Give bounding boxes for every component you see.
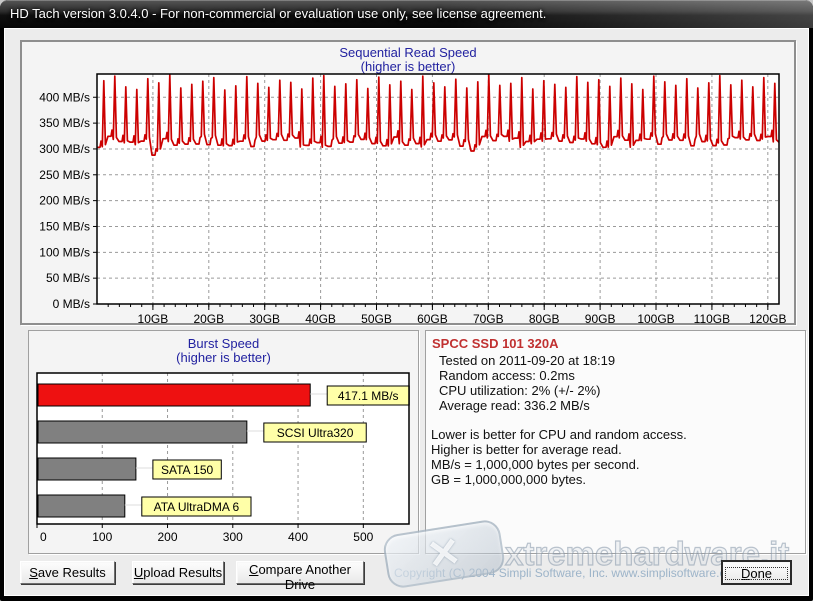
client-area: Sequential Read Speed (higher is better)… — [4, 28, 809, 596]
app-window: HD Tach version 3.0.4.0 - For non-commer… — [0, 0, 813, 601]
svg-text:110GB: 110GB — [694, 312, 730, 323]
note-line: Lower is better for CPU and random acces… — [431, 427, 805, 442]
svg-text:90GB: 90GB — [585, 312, 616, 323]
svg-text:50GB: 50GB — [361, 312, 392, 323]
note-line: MB/s = 1,000,000 bytes per second. — [431, 457, 805, 472]
svg-text:100GB: 100GB — [637, 312, 674, 323]
svg-text:100: 100 — [92, 530, 112, 544]
copyright-text: Copyright (C) 2004 Simpli Software, Inc.… — [394, 566, 724, 580]
upload-results-label: Upload Results — [133, 565, 223, 580]
done-label: Done — [723, 565, 790, 582]
svg-text:100 MB/s: 100 MB/s — [39, 245, 90, 259]
svg-text:350 MB/s: 350 MB/s — [39, 116, 90, 130]
sequential-read-panel: Sequential Read Speed (higher is better)… — [20, 40, 796, 325]
note-line: GB = 1,000,000,000 bytes. — [431, 472, 805, 487]
svg-text:80GB: 80GB — [529, 312, 560, 323]
svg-text:ATA UltraDMA 6: ATA UltraDMA 6 — [154, 500, 240, 514]
svg-text:40GB: 40GB — [305, 312, 336, 323]
title-bar[interactable]: HD Tach version 3.0.4.0 - For non-commer… — [0, 0, 813, 28]
drive-stat-line: CPU utilization: 2% (+/- 2%) — [439, 383, 805, 398]
chart-notes: Lower is better for CPU and random acces… — [426, 427, 805, 487]
svg-text:70GB: 70GB — [473, 312, 504, 323]
svg-text:SATA 150: SATA 150 — [161, 463, 214, 477]
drive-stat-line: Tested on 2011-09-20 at 18:19 — [439, 353, 805, 368]
drive-stats: Tested on 2011-09-20 at 18:19Random acce… — [426, 353, 805, 413]
sequential-read-chart: 400 MB/s 350 MB/s 300 MB/s 250 MB/s 200 MB/s… — [22, 42, 794, 323]
drive-stat-line: Average read: 336.2 MB/s — [439, 398, 805, 413]
svg-text:500: 500 — [353, 530, 373, 544]
done-button[interactable]: Done — [722, 561, 791, 584]
burst-speed-panel: Burst Speed (higher is better) 417.1 MB/… — [28, 330, 419, 554]
svg-text:SCSI Ultra320: SCSI Ultra320 — [277, 426, 354, 440]
compare-another-drive-button[interactable]: Compare Another Drive — [236, 561, 364, 584]
save-results-label: Save Results — [21, 565, 114, 580]
svg-text:300 MB/s: 300 MB/s — [39, 142, 90, 156]
drive-stat-line: Random access: 0.2ms — [439, 368, 805, 383]
svg-text:120GB: 120GB — [749, 312, 786, 323]
drive-name: SPCC SSD 101 320A — [432, 336, 805, 351]
svg-text:417.1 MB/s: 417.1 MB/s — [338, 389, 399, 403]
svg-text:250 MB/s: 250 MB/s — [39, 168, 90, 182]
svg-text:0: 0 — [40, 530, 47, 544]
svg-text:400: 400 — [288, 530, 308, 544]
save-results-button[interactable]: Save Results — [20, 561, 115, 584]
svg-text:200: 200 — [158, 530, 178, 544]
svg-text:60GB: 60GB — [417, 312, 448, 323]
svg-text:150 MB/s: 150 MB/s — [39, 219, 90, 233]
compare-another-drive-label: Compare Another Drive — [237, 562, 363, 592]
note-line: Higher is better for average read. — [431, 442, 805, 457]
svg-text:20GB: 20GB — [193, 312, 224, 323]
svg-text:0 MB/s: 0 MB/s — [53, 297, 90, 311]
drive-info-panel: SPCC SSD 101 320A Tested on 2011-09-20 a… — [425, 330, 806, 554]
upload-results-button[interactable]: Upload Results — [132, 561, 224, 584]
svg-text:50 MB/s: 50 MB/s — [46, 271, 90, 285]
burst-speed-chart: 417.1 MB/s SCSI Ultra320 SATA 150 ATA Ultra… — [29, 331, 418, 553]
svg-text:200 MB/s: 200 MB/s — [39, 194, 90, 208]
window-title: HD Tach version 3.0.4.0 - For non-commer… — [10, 6, 546, 21]
svg-text:10GB: 10GB — [138, 312, 169, 323]
svg-text:300: 300 — [223, 530, 243, 544]
svg-text:400 MB/s: 400 MB/s — [39, 90, 90, 104]
svg-text:30GB: 30GB — [249, 312, 280, 323]
